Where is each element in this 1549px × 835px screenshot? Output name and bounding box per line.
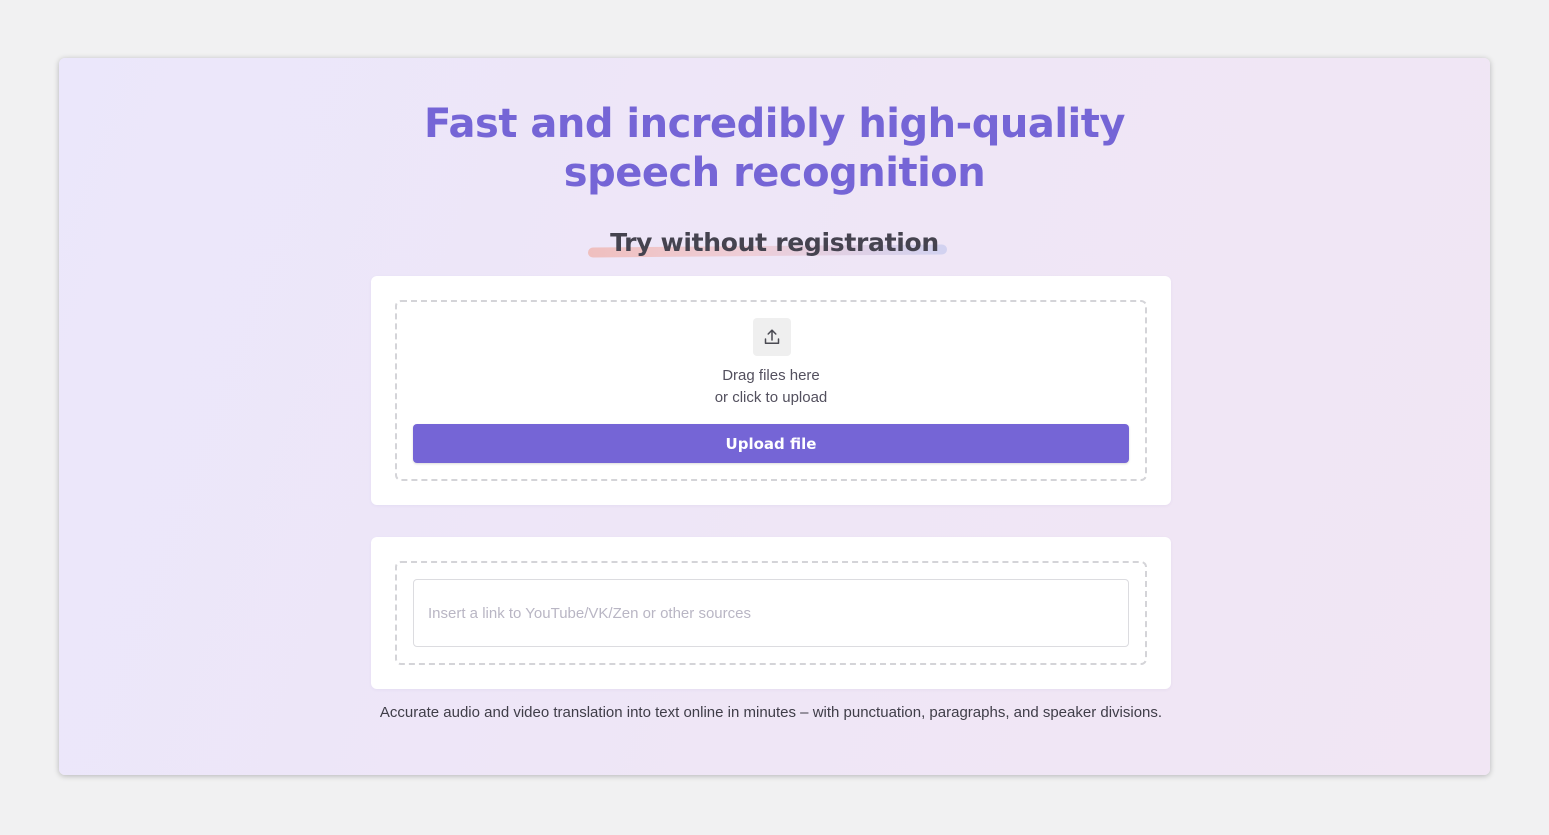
upload-icon[interactable] (753, 318, 791, 356)
upload-arrow-icon (764, 329, 780, 344)
click-to-upload-text: or click to upload (714, 389, 828, 406)
dropzone-text: Drag files here or click to upload (397, 365, 1145, 409)
subtitle: Try without registration (588, 224, 947, 262)
link-dropzone (395, 561, 1147, 665)
hero-section: Fast and incredibly high-quality speech … (59, 58, 1490, 775)
page-title-line-2: speech recognition (563, 150, 986, 196)
upload-card: Drag files here or click to upload Uploa… (371, 276, 1171, 505)
upload-file-button[interactable]: Upload file (413, 424, 1129, 463)
service-description: Accurate audio and video translation int… (379, 704, 1163, 721)
file-dropzone[interactable]: Drag files here or click to upload Uploa… (395, 300, 1147, 481)
subtitle-text: Try without registration (610, 228, 939, 257)
source-link-input[interactable] (413, 579, 1129, 647)
subtitle-container: Try without registration (59, 224, 1490, 262)
link-card (371, 537, 1171, 689)
drag-files-text: Drag files here (722, 367, 820, 384)
page-title-line-1: Fast and incredibly high-quality (424, 101, 1125, 147)
page-title: Fast and incredibly high-quality speech … (59, 100, 1490, 198)
